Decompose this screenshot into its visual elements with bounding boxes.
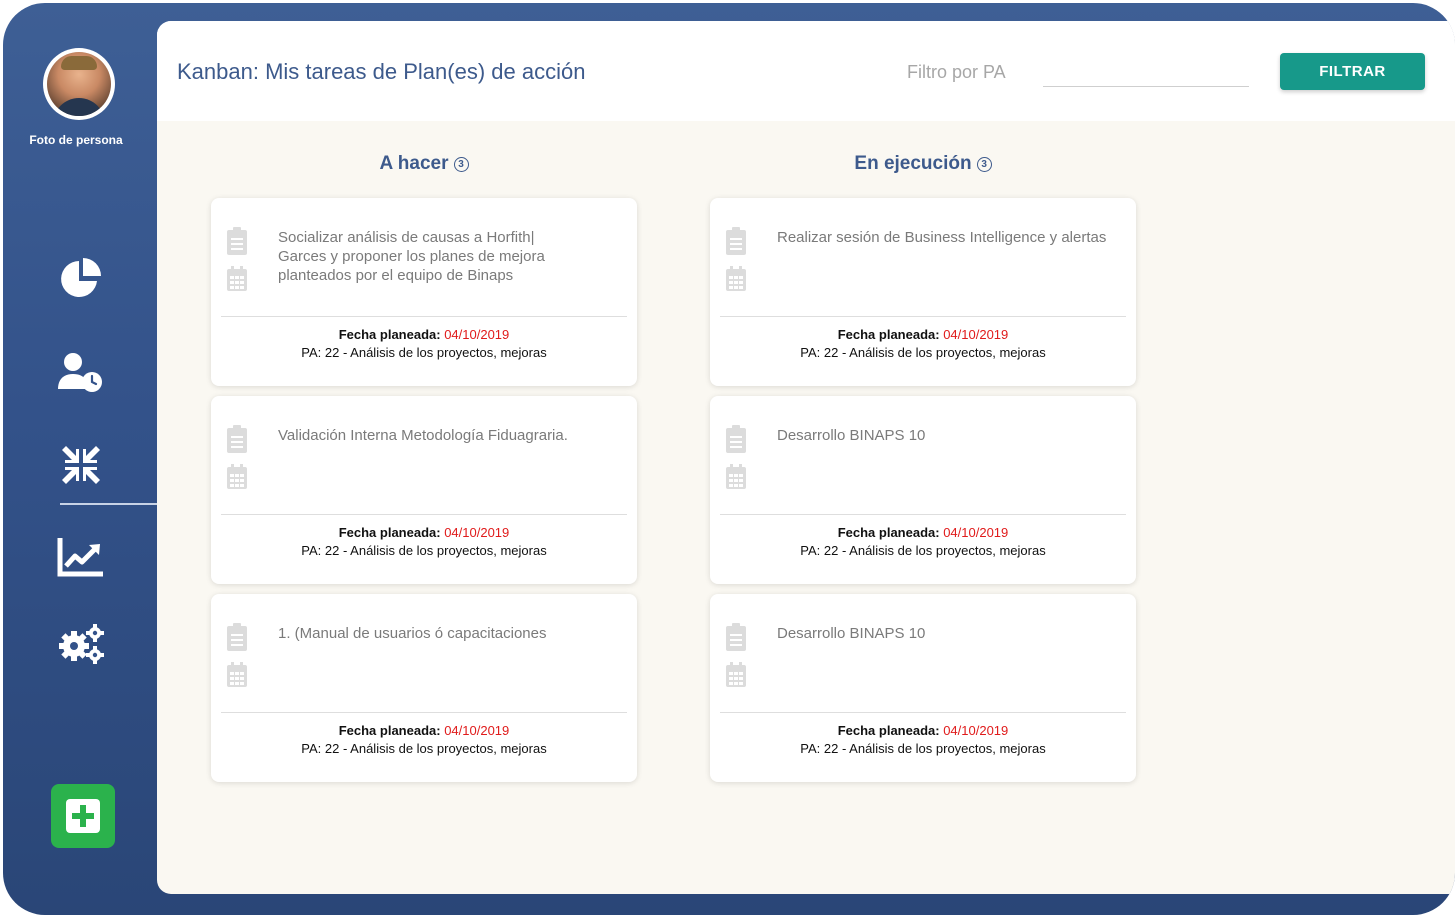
card-icons (225, 226, 249, 298)
clipboard-list-icon (726, 623, 746, 651)
sidebar-item-settings[interactable] (53, 615, 109, 671)
filter-button[interactable]: FILTRAR (1280, 53, 1425, 90)
card-divider (221, 316, 627, 317)
card-icons (724, 622, 748, 694)
filter-input[interactable] (1043, 57, 1249, 87)
card-planned-date: Fecha planeada: 04/10/2019 (710, 723, 1136, 738)
task-card[interactable]: Validación Interna Metodología Fiduagrar… (211, 396, 637, 584)
date-label: Fecha planeada: (837, 525, 940, 540)
page-title: Kanban: Mis tareas de Plan(es) de acción (177, 59, 586, 84)
card-icons (724, 226, 748, 298)
clipboard-list-icon (726, 425, 746, 453)
calendar-icon (726, 266, 746, 291)
card-pa: PA: 22 - Análisis de los proyectos, mejo… (301, 741, 547, 756)
sidebar-item-user-tasks[interactable] (53, 345, 109, 401)
calendar-icon (227, 266, 247, 291)
card-pa: PA: 22 - Análisis de los proyectos, mejo… (800, 741, 1046, 756)
card-planned-date: Fecha planeada: 04/10/2019 (211, 723, 637, 738)
clipboard-list-icon (227, 425, 247, 453)
column-count-badge: 3 (976, 156, 992, 172)
user-clock-icon (58, 353, 102, 392)
task-card[interactable]: Desarrollo BINAPS 10 Fecha planeada: 04/… (710, 594, 1136, 782)
profile-photo (47, 52, 111, 116)
filter-label: Filtro por PA (907, 62, 1006, 82)
main-panel: Kanban: Mis tareas de Plan(es) de acción… (157, 21, 1455, 894)
calendar-icon (227, 464, 247, 489)
column-title: A hacer (379, 153, 449, 174)
card-divider (720, 514, 1126, 515)
column-header: En ejecución 3 (710, 151, 1136, 177)
card-icons (225, 424, 249, 496)
sidebar-item-reports[interactable] (53, 529, 109, 585)
gears-icon (59, 624, 104, 664)
card-planned-date: Fecha planeada: 04/10/2019 (710, 525, 1136, 540)
pie-chart-icon (61, 258, 101, 297)
plus-square-icon (66, 799, 100, 833)
card-icons (724, 424, 748, 496)
card-title: Desarrollo BINAPS 10 (777, 427, 926, 444)
card-icons (225, 622, 249, 694)
card-planned-date: Fecha planeada: 04/10/2019 (710, 327, 1136, 342)
card-pa: PA: 22 - Análisis de los proyectos, mejo… (800, 345, 1046, 360)
card-divider (720, 316, 1126, 317)
card-pa: PA: 22 - Análisis de los proyectos, mejo… (301, 543, 547, 558)
date-value: 04/10/2019 (943, 327, 1009, 342)
task-card[interactable]: Desarrollo BINAPS 10 Fecha planeada: 04/… (710, 396, 1136, 584)
card-pa: PA: 22 - Análisis de los proyectos, mejo… (301, 345, 547, 360)
card-title: 1. (Manual de usuarios ó capacitaciones (278, 625, 547, 642)
column-header: A hacer 3 (211, 151, 637, 177)
column-en-ejecucion: En ejecución 3 Realizar sesión de Busine… (710, 151, 1136, 782)
sidebar: Foto de persona (3, 3, 157, 915)
date-label: Fecha planeada: (338, 525, 441, 540)
date-value: 04/10/2019 (444, 525, 510, 540)
date-value: 04/10/2019 (943, 525, 1009, 540)
calendar-icon (726, 662, 746, 687)
column-title: En ejecución (854, 153, 972, 174)
clipboard-list-icon (227, 227, 247, 255)
calendar-icon (227, 662, 247, 687)
date-label: Fecha planeada: (338, 723, 441, 738)
task-card[interactable]: Realizar sesión de Business Intelligence… (710, 198, 1136, 386)
card-divider (720, 712, 1126, 713)
avatar-caption: Foto de persona (29, 133, 123, 147)
card-divider (221, 712, 627, 713)
clipboard-list-icon (227, 623, 247, 651)
card-pa: PA: 22 - Análisis de los proyectos, mejo… (800, 543, 1046, 558)
chart-line-icon (57, 538, 103, 577)
top-bar: Kanban: Mis tareas de Plan(es) de acción… (157, 21, 1455, 121)
column-a-hacer: A hacer 3 Socializar análisis de causas … (211, 151, 637, 782)
column-count-badge: 3 (453, 156, 469, 172)
card-planned-date: Fecha planeada: 04/10/2019 (211, 327, 637, 342)
task-card[interactable]: Socializar análisis de causas a Horfith|… (211, 198, 637, 386)
date-value: 04/10/2019 (444, 723, 510, 738)
sidebar-item-kanban[interactable] (53, 437, 109, 493)
app-frame: Foto de persona Kanban: Mis tareas de Pl… (3, 3, 1455, 915)
add-button[interactable] (51, 784, 115, 848)
card-title: Socializar análisis de causas a Horfith|… (278, 229, 545, 284)
card-title: Validación Interna Metodología Fiduagrar… (278, 427, 568, 444)
clipboard-list-icon (726, 227, 746, 255)
compress-arrows-icon (62, 446, 100, 484)
date-label: Fecha planeada: (338, 327, 441, 342)
date-value: 04/10/2019 (943, 723, 1009, 738)
calendar-icon (726, 464, 746, 489)
avatar[interactable] (43, 48, 115, 120)
card-title: Desarrollo BINAPS 10 (777, 625, 926, 642)
date-value: 04/10/2019 (444, 327, 510, 342)
card-title: Realizar sesión de Business Intelligence… (777, 229, 1107, 246)
card-planned-date: Fecha planeada: 04/10/2019 (211, 525, 637, 540)
task-card[interactable]: 1. (Manual de usuarios ó capacitaciones … (211, 594, 637, 782)
date-label: Fecha planeada: (837, 723, 940, 738)
card-divider (221, 514, 627, 515)
sidebar-item-dashboard[interactable] (53, 251, 109, 307)
active-indicator (60, 503, 157, 505)
date-label: Fecha planeada: (837, 327, 940, 342)
